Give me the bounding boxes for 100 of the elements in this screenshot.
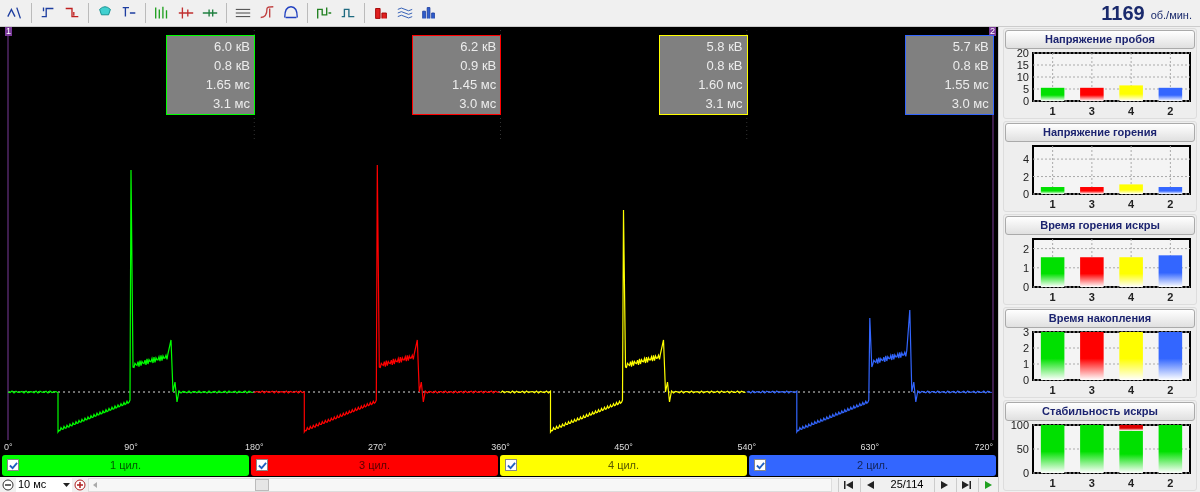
x-tick-label: 2 <box>1167 197 1174 210</box>
cylinder-toggle[interactable]: 4 цил. <box>500 455 747 476</box>
y-tick-label: 0 <box>1022 280 1029 293</box>
y-tick-label: 4 <box>1022 152 1029 165</box>
x-tick-label: 2 <box>1167 476 1174 489</box>
check-icon <box>755 460 765 470</box>
bar <box>1080 331 1104 380</box>
skip-forward-icon <box>962 480 971 489</box>
angle-label: 270° <box>368 441 387 453</box>
x-tick-label: 3 <box>1088 290 1095 303</box>
y-tick-label: 2 <box>1022 242 1029 255</box>
x-tick-label: 4 <box>1128 197 1135 210</box>
x-tick-label: 2 <box>1167 383 1174 396</box>
zoom-in-icon[interactable] <box>74 478 86 491</box>
x-tick-label: 4 <box>1128 383 1135 396</box>
angle-label: 0° <box>4 441 13 453</box>
checkbox[interactable] <box>256 459 268 471</box>
time-scale-select[interactable]: 10 мс <box>16 477 72 492</box>
triangle-right-icon <box>940 480 949 489</box>
chart-title: Стабильность искры <box>1005 402 1195 421</box>
reading-text: 3.0 мс <box>459 95 497 113</box>
reading-text: 3.0 мс <box>951 95 989 113</box>
frame-counter: 25/114 <box>889 477 925 492</box>
bar <box>1040 186 1065 194</box>
check-icon <box>8 460 18 470</box>
y-tick-label: 1 <box>1022 357 1029 370</box>
rpm-value: 1169 <box>1101 1 1145 26</box>
rpm-unit: об./мин. <box>1150 7 1192 23</box>
y-tick-label: 0 <box>1022 466 1029 479</box>
x-tick-label: 3 <box>1088 197 1095 210</box>
marker-label[interactable]: 1 <box>5 27 12 36</box>
play-icon <box>984 480 993 489</box>
y-tick-label: 0 <box>1022 94 1029 107</box>
reading-text: 6.0 кВ <box>213 38 250 56</box>
y-tick-label: 0 <box>1022 373 1029 386</box>
chart-title: Напряжение пробоя <box>1005 30 1195 49</box>
bar <box>1158 186 1183 194</box>
zoom-out-icon[interactable] <box>2 478 14 491</box>
angle-label: 450° <box>614 441 633 453</box>
chart-title: Время накопления <box>1005 309 1195 328</box>
x-tick-label: 4 <box>1128 290 1135 303</box>
y-tick-label: 5 <box>1022 82 1029 95</box>
angle-label: 720° <box>974 441 993 453</box>
x-tick-label: 3 <box>1088 476 1095 489</box>
y-tick-label: 2 <box>1022 170 1029 183</box>
reading-text: 1.60 мс <box>698 76 743 94</box>
bar <box>1080 256 1104 287</box>
check-icon <box>506 460 516 470</box>
y-tick-label: 15 <box>1016 58 1029 71</box>
check-icon <box>257 460 267 470</box>
waves-icon <box>396 4 414 22</box>
scrollbar-thumb[interactable] <box>255 478 269 491</box>
checkbox[interactable] <box>754 459 766 471</box>
x-tick-label: 1 <box>1049 476 1056 489</box>
y-tick-label: 1 <box>1022 261 1029 274</box>
reading-text: 0.9 кВ <box>460 57 497 75</box>
x-tick-label: 1 <box>1049 197 1056 210</box>
x-tick-label: 3 <box>1088 383 1095 396</box>
reading-text: 0.8 кВ <box>213 57 250 75</box>
x-tick-label: 1 <box>1049 290 1056 303</box>
x-tick-label: 4 <box>1128 476 1135 489</box>
triangle-left-icon <box>866 480 875 489</box>
reading-text: 1.45 мс <box>451 76 497 94</box>
y-tick-label: 100 <box>1010 420 1029 431</box>
reading-text: 5.7 кВ <box>952 38 989 56</box>
y-tick-label: 50 <box>1016 442 1029 455</box>
y-tick-label: 0 <box>1022 187 1029 200</box>
skip-back-icon <box>844 480 853 489</box>
angle-label: 630° <box>860 441 880 453</box>
x-tick-label: 1 <box>1049 104 1056 117</box>
chart-title: Напряжение горения <box>1005 123 1195 142</box>
angle-label: 360° <box>491 441 510 453</box>
cylinder-toggle[interactable]: 1 цил. <box>2 455 249 476</box>
x-tick-label: 3 <box>1088 104 1095 117</box>
reading-text: 3.1 мс <box>212 95 250 113</box>
reading-text: 5.8 кВ <box>706 38 743 56</box>
reading-text: 1.65 мс <box>205 76 250 94</box>
x-tick-label: 2 <box>1167 290 1174 303</box>
y-tick-label: 20 <box>1016 48 1029 59</box>
y-tick-label: 3 <box>1022 327 1029 338</box>
reading-text: 3.1 мс <box>705 95 743 113</box>
bar <box>1080 424 1104 473</box>
bar <box>1119 256 1143 287</box>
horizontal-scrollbar[interactable] <box>88 477 832 492</box>
angle-label: 180° <box>244 441 264 453</box>
reading-text: 0.8 кВ <box>952 57 989 75</box>
checkbox[interactable] <box>505 459 517 471</box>
checkbox[interactable] <box>7 459 19 471</box>
reading-text: 6.2 кВ <box>460 38 497 56</box>
x-tick-label: 4 <box>1128 104 1135 117</box>
angle-label: 540° <box>737 441 757 453</box>
angle-label: 90° <box>124 441 138 453</box>
x-tick-label: 1 <box>1049 383 1056 396</box>
x-tick-label: 2 <box>1167 104 1174 117</box>
chart-title: Время горения искры <box>1005 216 1195 235</box>
reading-text: 1.55 мс <box>944 76 989 94</box>
cylinder-toggle[interactable]: 3 цил. <box>251 455 498 476</box>
bar <box>1119 183 1143 194</box>
y-tick-label: 10 <box>1016 70 1029 83</box>
bar <box>1119 331 1143 380</box>
